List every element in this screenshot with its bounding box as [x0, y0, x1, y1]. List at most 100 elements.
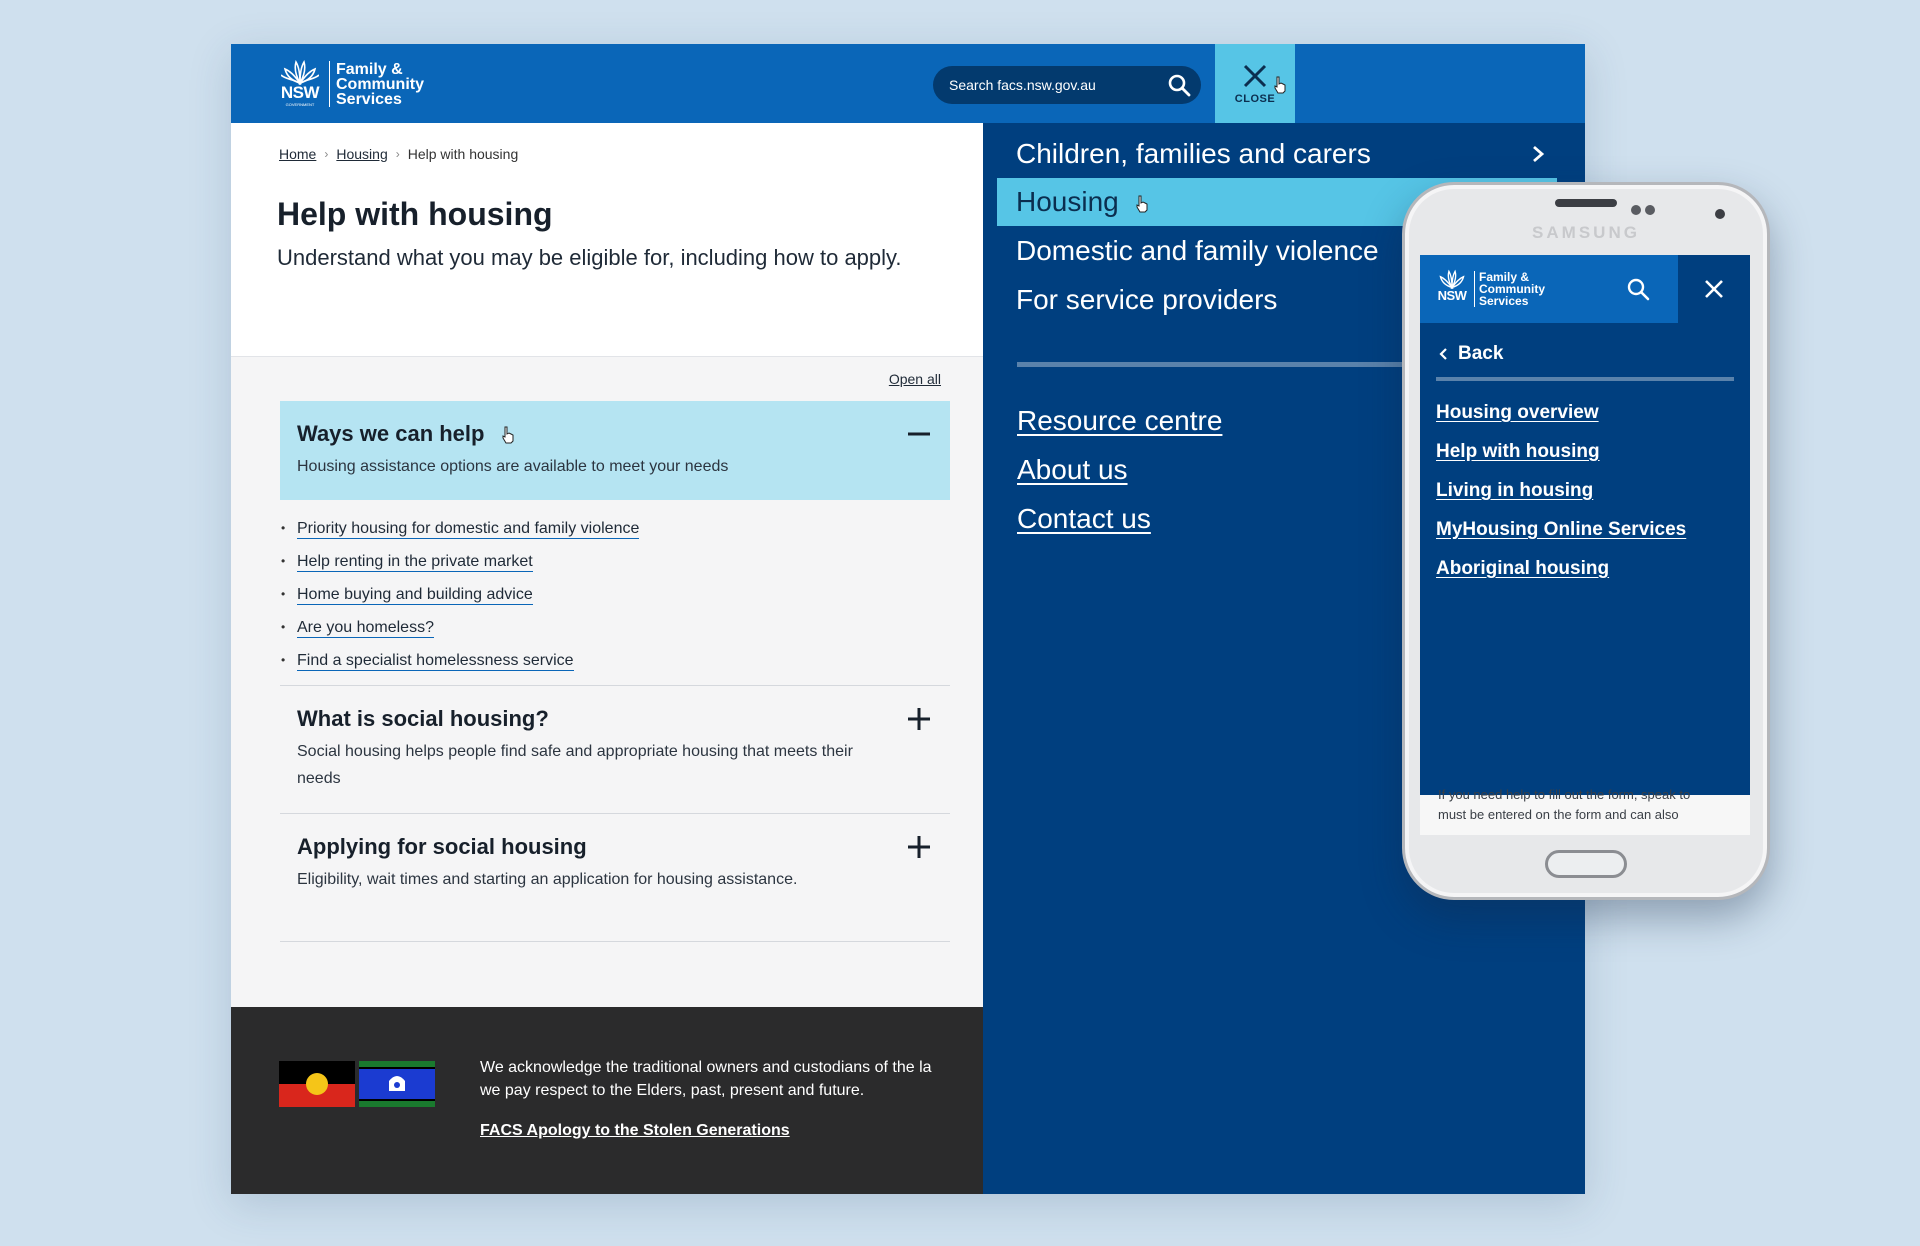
chevron-left-icon [1439, 348, 1447, 360]
waratah-logo-icon: NSW [1434, 269, 1470, 309]
logo-line-3: Services [1479, 294, 1529, 308]
link-priority-housing[interactable]: Priority housing for domestic and family… [297, 520, 640, 539]
logo-wordmark: Family & Community Services [1479, 271, 1545, 307]
mobile-phone-mockup: SAMSUNG NSW Family & Community Services … [1402, 182, 1770, 900]
link-are-you-homeless[interactable]: Are you homeless? [297, 619, 434, 638]
mobile-menu-divider [1436, 377, 1734, 381]
link-find-specialist[interactable]: Find a specialist homelessness service [297, 652, 574, 671]
mobile-link-myhousing[interactable]: MyHousing Online Services [1436, 519, 1686, 540]
peek-text: If you need help to fill out the form, s… [1438, 787, 1691, 802]
accordion-title-text: Ways we can help [297, 421, 485, 446]
accordion-title: Ways we can help [297, 421, 515, 447]
mobile-menu-links: Housing overview Help with housing Livin… [1436, 393, 1686, 588]
list-item: Priority housing for domestic and family… [281, 512, 640, 545]
site-footer: We acknowledge the traditional owners an… [231, 1007, 983, 1194]
mobile-page-peek: If you need help to fill out the form, s… [1420, 787, 1750, 835]
page-title: Help with housing [277, 196, 553, 232]
menu-item-label: Housing [1016, 186, 1119, 217]
mobile-header: NSW Family & Community Services [1420, 255, 1750, 323]
hand-cursor-icon [1136, 195, 1148, 213]
list-item: Aboriginal housing [1436, 549, 1686, 588]
search-icon[interactable] [1167, 73, 1191, 97]
logo-nsw-text: NSW [1437, 288, 1467, 303]
menu-close-button[interactable]: CLOSE [1215, 44, 1295, 123]
menu-link-about-us[interactable]: About us [1017, 454, 1128, 486]
close-label: CLOSE [1234, 92, 1276, 105]
waratah-icon [281, 60, 319, 85]
mobile-link-help-with-housing[interactable]: Help with housing [1436, 441, 1600, 462]
phone-speaker [1555, 199, 1617, 207]
page-intro: Understand what you may be eligible for,… [277, 245, 902, 270]
logo-divider [329, 61, 330, 107]
accordion-description: Housing assistance options are available… [297, 458, 729, 475]
accordion-description: Social housing helps people find safe an… [297, 743, 853, 787]
menu-item-label: Domestic and family violence [1016, 235, 1379, 266]
back-label: Back [1458, 343, 1504, 364]
menu-item-label: For service providers [1016, 284, 1278, 315]
phone-screen: NSW Family & Community Services Back Hou… [1420, 255, 1750, 835]
mobile-back-button[interactable]: Back [1438, 343, 1503, 365]
logo-wordmark: Family & Community Services [336, 60, 424, 108]
accordion-item-social-housing[interactable]: What is social housing? Social housing h… [280, 686, 950, 814]
menu-item-children-families[interactable]: Children, families and carers [997, 130, 1557, 178]
menu-link-contact-us[interactable]: Contact us [1017, 503, 1151, 535]
breadcrumb-separator: › [395, 147, 400, 161]
breadcrumb-housing[interactable]: Housing [336, 146, 387, 162]
breadcrumb-separator: › [324, 147, 329, 161]
phone-camera [1715, 209, 1725, 219]
acknowledgement-text: We acknowledge the traditional owners an… [480, 1056, 990, 1102]
link-home-buying[interactable]: Home buying and building advice [297, 586, 533, 605]
list-item: Housing overview [1436, 393, 1686, 432]
list-item: Home buying and building advice [281, 578, 639, 611]
hand-cursor-icon [502, 426, 514, 444]
logo-divider [1474, 271, 1475, 307]
minus-icon[interactable] [906, 421, 932, 447]
hand-cursor-icon [1274, 76, 1286, 94]
aboriginal-flag-icon [279, 1061, 355, 1107]
site-logo[interactable]: NSW GOVERNMENT Family & Community Servic… [277, 58, 424, 110]
site-header: NSW GOVERNMENT Family & Community Servic… [231, 44, 1585, 123]
link-help-renting[interactable]: Help renting in the private market [297, 553, 533, 572]
list-item: Are you homeless? [281, 611, 639, 644]
list-item: Help with housing [1436, 432, 1686, 471]
phone-sensor [1631, 205, 1641, 215]
menu-link-resource-centre[interactable]: Resource centre [1017, 405, 1222, 437]
plus-icon[interactable] [906, 834, 932, 860]
accordion-description: Eligibility, wait times and starting an … [297, 871, 798, 888]
menu-item-label: Children, families and carers [1016, 138, 1371, 169]
close-icon [1705, 280, 1723, 298]
open-all-link[interactable]: Open all [889, 371, 941, 387]
main-content: Home › Housing › Help with housing Help … [231, 123, 983, 1007]
accordion-item-applying[interactable]: Applying for social housing Eligibility,… [280, 814, 950, 942]
accordion-item-ways-we-can-help[interactable]: Ways we can help Housing assistance opti… [280, 401, 950, 500]
accordion-title: What is social housing? [297, 706, 549, 731]
breadcrumb-home[interactable]: Home [279, 146, 316, 162]
mobile-link-aboriginal-housing[interactable]: Aboriginal housing [1436, 558, 1609, 579]
mobile-close-button[interactable] [1678, 255, 1750, 323]
phone-brand: SAMSUNG [1532, 223, 1640, 242]
accordion-link-list: Priority housing for domestic and family… [281, 512, 640, 677]
apology-link[interactable]: FACS Apology to the Stolen Generations [480, 1122, 790, 1140]
mobile-site-logo[interactable]: NSW Family & Community Services [1434, 269, 1545, 309]
mobile-link-housing-overview[interactable]: Housing overview [1436, 402, 1599, 423]
chevron-right-icon [1533, 145, 1545, 163]
list-item: Find a specialist homelessness service [281, 644, 639, 677]
search-input[interactable] [949, 77, 1149, 93]
waratah-logo-icon: NSW GOVERNMENT [277, 59, 323, 109]
breadcrumb-current: Help with housing [407, 146, 519, 162]
logo-nsw-text: NSW [280, 83, 320, 102]
plus-icon[interactable] [906, 706, 932, 732]
list-item: Living in housing [1436, 471, 1686, 510]
accordion-divider [280, 941, 950, 942]
waratah-icon [1439, 269, 1465, 289]
logo-line-1: Family & [336, 60, 403, 78]
acknowledgement-line: we pay respect to the Elders, past, pres… [480, 1082, 865, 1099]
search-bar [933, 66, 1201, 104]
desktop-browser-frame: NSW GOVERNMENT Family & Community Servic… [231, 44, 1585, 1194]
accordion: Open all Ways we can help Housing assist… [231, 356, 983, 1007]
logo-line-3: Services [336, 90, 402, 108]
phone-sensor [1645, 205, 1655, 215]
mobile-link-living-in-housing[interactable]: Living in housing [1436, 480, 1593, 501]
search-icon[interactable] [1626, 277, 1650, 301]
list-item: Help renting in the private market [281, 545, 639, 578]
